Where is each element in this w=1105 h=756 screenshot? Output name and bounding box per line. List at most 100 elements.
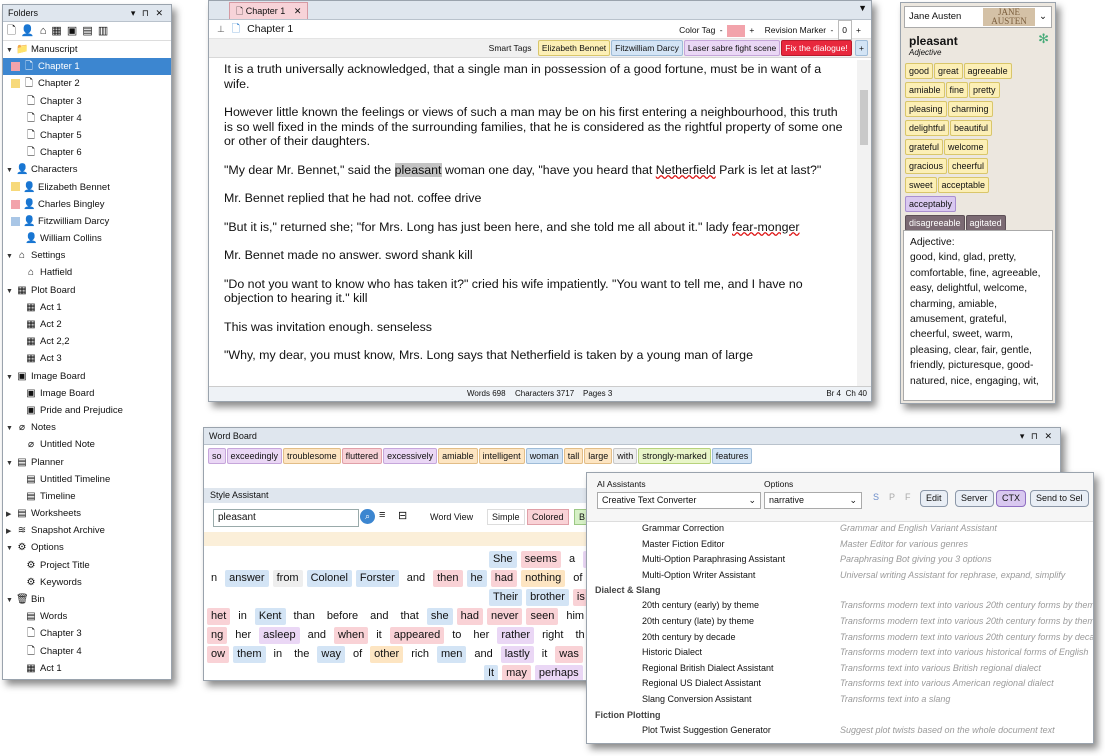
style-word[interactable]: ow xyxy=(207,646,230,663)
tree-item[interactable]: ▦ Act 2,2 xyxy=(3,333,171,350)
synonym-tag[interactable]: beautiful xyxy=(950,120,993,136)
style-word[interactable]: Kent xyxy=(254,608,286,625)
collapse-icon[interactable]: ⊟ xyxy=(398,509,407,522)
tab-menu-icon[interactable]: ▼ xyxy=(858,3,867,13)
word-board-tag[interactable]: woman xyxy=(525,448,563,464)
color-tag-minus[interactable]: - xyxy=(720,25,723,35)
style-word[interactable]: it xyxy=(372,627,386,644)
expand-caret-icon[interactable]: ▼ xyxy=(6,420,16,437)
tree-item[interactable]: 🗋 Chapter 2 xyxy=(3,75,171,92)
tree-item[interactable]: ▼ ▣ Image Board xyxy=(3,368,171,385)
tree-item[interactable]: ▶ ≋ Snapshot Archive xyxy=(3,522,171,539)
tree-item[interactable]: ▦ Act 1 xyxy=(3,660,171,677)
color-tag-swatch[interactable] xyxy=(726,24,745,37)
synonym-tag[interactable]: charming xyxy=(947,101,993,117)
style-word[interactable]: n xyxy=(207,570,221,587)
assistant-item[interactable]: Regional British Dialect Assistant Transf… xyxy=(587,661,1093,677)
style-word[interactable]: and xyxy=(470,646,496,663)
expand-caret-icon[interactable]: ▼ xyxy=(6,592,16,609)
assistant-select[interactable]: Creative Text Converter ⌄ xyxy=(597,492,761,509)
assistant-item[interactable]: Multi-Option Writer Assistant Universal w… xyxy=(587,568,1093,584)
tree-item[interactable]: 👤 Fitzwilliam Darcy xyxy=(3,213,171,230)
style-word[interactable]: never xyxy=(486,608,523,625)
flag-toggle[interactable]: P xyxy=(889,492,895,502)
style-word[interactable]: when xyxy=(333,627,369,644)
expand-caret-icon[interactable]: ▼ xyxy=(6,283,16,300)
tree-item[interactable]: ▼ ⌂ Settings xyxy=(3,247,171,264)
assistant-item[interactable]: Regional US Dialect Assistant Transforms … xyxy=(587,676,1093,692)
style-word[interactable]: a xyxy=(565,551,579,568)
graph-icon[interactable]: ✻ xyxy=(1038,31,1049,47)
style-word[interactable]: It xyxy=(484,665,499,680)
synonym-tag[interactable]: acceptably xyxy=(905,196,957,212)
format-icon[interactable]: ≡ xyxy=(379,509,385,521)
style-word[interactable]: seen xyxy=(526,608,559,625)
style-word[interactable]: than xyxy=(290,608,319,625)
smart-tag[interactable]: Elizabeth Bennet xyxy=(537,40,611,56)
synonym-tag[interactable]: agreeable xyxy=(963,63,1012,79)
style-search-input[interactable]: pleasant xyxy=(213,509,359,527)
style-word[interactable]: and xyxy=(403,570,429,587)
synonym-tag[interactable]: disagreeable xyxy=(905,215,965,231)
new-timeline-icon[interactable]: ▤ xyxy=(82,25,93,37)
tree-item[interactable]: ▼ ⚙ Options xyxy=(3,539,171,556)
style-word[interactable]: She xyxy=(489,551,517,568)
assistant-item[interactable]: Grammar Correction Grammar and English Va… xyxy=(587,521,1093,537)
new-image-icon[interactable]: ▣ xyxy=(67,25,78,37)
word-board-tag[interactable]: amiable xyxy=(438,448,478,464)
tree-item[interactable]: 🗋 Chapter 6 xyxy=(3,144,171,161)
tree-item[interactable]: ▤ Words xyxy=(3,608,171,625)
word-board-tag[interactable]: exceedingly xyxy=(226,448,283,464)
pin-icon[interactable]: ⊥ xyxy=(217,24,225,34)
synonym-tag[interactable]: grateful xyxy=(905,139,944,155)
tree-item[interactable]: ▣ Pride and Prejudice xyxy=(3,402,171,419)
new-worksheet-icon[interactable]: ▥ xyxy=(98,25,109,37)
style-word[interactable]: Forster xyxy=(355,570,399,587)
style-word[interactable]: ng xyxy=(207,627,228,644)
revision-plus[interactable]: + xyxy=(856,25,861,35)
word-board-tag[interactable]: features xyxy=(711,448,753,464)
synonym-tag[interactable]: delightful xyxy=(905,120,950,136)
style-word[interactable]: and xyxy=(304,627,330,644)
tab-chapter-1[interactable]: 🗋 Chapter 1 ✕ xyxy=(229,2,309,19)
style-word[interactable]: had xyxy=(490,570,518,587)
tree-item[interactable]: ▼ 👤 Characters xyxy=(3,161,171,178)
synonym-tag[interactable]: good xyxy=(905,63,934,79)
style-word[interactable]: then xyxy=(433,570,463,587)
editor-text[interactable]: It is a truth universally acknowledged, … xyxy=(209,60,857,387)
misspelled-word[interactable]: fear-monger xyxy=(732,220,800,234)
revision-value[interactable]: 0 xyxy=(837,20,852,40)
tree-item[interactable]: 🗋 Chapter 4 xyxy=(3,643,171,660)
new-plotboard-icon[interactable]: ▦ xyxy=(51,25,62,37)
word-board-tag[interactable]: tall xyxy=(563,448,584,464)
style-word[interactable]: nothing xyxy=(521,570,566,587)
style-word[interactable]: of xyxy=(569,570,586,587)
synonym-tag[interactable]: agitated xyxy=(965,215,1006,231)
style-word[interactable]: right xyxy=(538,627,567,644)
word-board-tag[interactable]: large xyxy=(584,448,613,464)
options-select[interactable]: narrative ⌄ xyxy=(764,492,862,509)
style-word[interactable]: she xyxy=(426,608,453,625)
misspelled-word[interactable]: Netherfield xyxy=(656,163,716,177)
assistant-item[interactable]: 20th century (late) by theme Transforms m… xyxy=(587,614,1093,630)
ctx-button[interactable]: CTX xyxy=(996,490,1026,507)
new-document-icon[interactable]: 🗋 xyxy=(7,25,17,37)
tree-item[interactable]: 👤 Elizabeth Bennet xyxy=(3,179,171,196)
tree-item[interactable]: 🗋 Chapter 4 xyxy=(3,110,171,127)
style-word[interactable]: in xyxy=(270,646,287,663)
word-board-tag[interactable]: excessively xyxy=(383,448,438,464)
assistant-item[interactable]: 20th century by decade Transforms modern … xyxy=(587,630,1093,646)
assistant-item[interactable]: Plot Twist Suggestion Generator Suggest p… xyxy=(587,723,1093,739)
revision-minus[interactable]: - xyxy=(830,25,833,35)
expand-caret-icon[interactable]: ▼ xyxy=(6,248,16,265)
style-word[interactable]: it xyxy=(538,646,552,663)
style-word[interactable]: rather xyxy=(497,627,535,644)
tree-item[interactable]: ▤ Timeline xyxy=(3,488,171,505)
smart-tag[interactable]: Laser sabre fight scene xyxy=(683,40,781,56)
tree-item[interactable]: 🗋 Chapter 1 xyxy=(3,58,171,76)
tree-item[interactable]: 👤 William Collins xyxy=(3,230,171,247)
expand-caret-icon[interactable]: ▼ xyxy=(6,455,16,472)
style-word[interactable]: Their xyxy=(489,589,523,606)
tree-item[interactable]: ▶ ▤ Worksheets xyxy=(3,505,171,522)
tree-item[interactable]: ▼ ⌀ Notes xyxy=(3,419,171,436)
